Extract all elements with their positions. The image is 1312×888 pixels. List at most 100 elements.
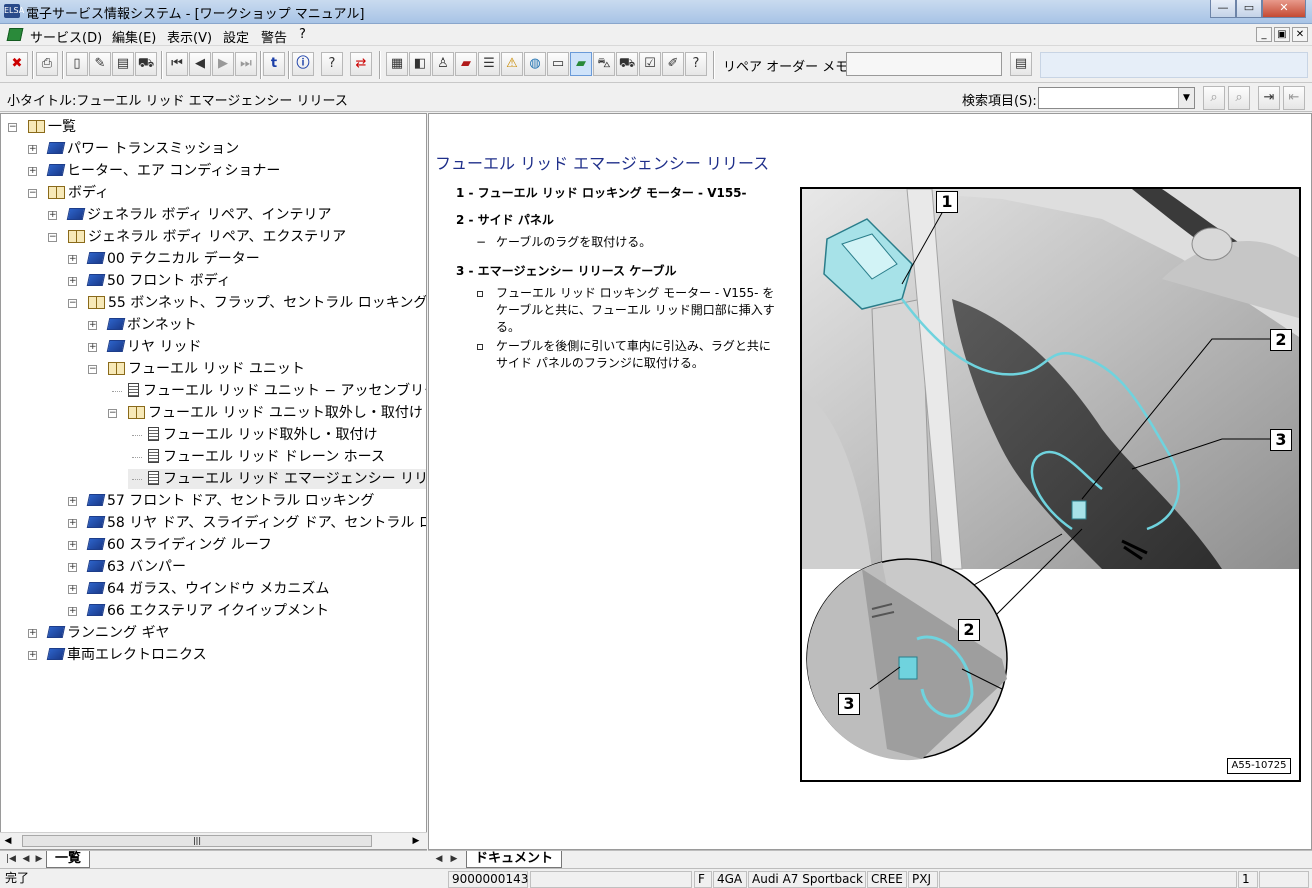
edit-document-icon[interactable]: ✎ <box>89 52 111 76</box>
menu-help[interactable]: ? <box>299 27 306 42</box>
tree-item[interactable]: − フューエル リッド ユニット取外し・取付け <box>108 403 423 423</box>
tree-item[interactable]: +50 フロント ボディ <box>68 271 231 291</box>
collapse-icon[interactable]: ⇤ <box>1283 86 1305 110</box>
expand-icon[interactable]: + <box>68 277 77 286</box>
expand-icon[interactable]: + <box>68 585 77 594</box>
tree-item[interactable]: − ボディ <box>28 183 109 203</box>
doc-tab-prev-icon[interactable]: ◀ <box>433 852 445 867</box>
menu-warning[interactable]: 警告 <box>261 27 287 46</box>
mdi-restore-button[interactable]: ▣ <box>1274 27 1290 42</box>
tab-next-icon[interactable]: ▶ <box>33 852 45 867</box>
collapse-icon[interactable]: − <box>48 233 57 242</box>
expand-icon[interactable]: + <box>48 211 57 220</box>
doc-tab-next-icon[interactable]: ▶ <box>448 852 460 867</box>
tab-prev-icon[interactable]: ◀ <box>20 852 32 867</box>
collapse-icon[interactable]: − <box>108 409 117 418</box>
workshop-manual-icon[interactable]: ▰ <box>570 52 592 76</box>
list-icon[interactable]: ☰ <box>478 52 500 76</box>
tree-item[interactable]: − ジェネラル ボディ リペア、エクステリア <box>48 227 346 247</box>
tree-horizontal-scrollbar[interactable]: ◀ ||| ▶ <box>0 832 427 849</box>
mdi-close-button[interactable]: ✕ <box>1292 27 1308 42</box>
expand-icon[interactable]: ⇥ <box>1258 86 1280 110</box>
menu-edit[interactable]: 編集(E) <box>112 27 156 46</box>
tab-overview[interactable]: 一覧 <box>46 851 91 868</box>
expand-icon[interactable]: + <box>68 497 77 506</box>
memo-icon[interactable]: ▤ <box>1010 52 1032 76</box>
notes-icon[interactable]: ▤ <box>112 52 134 76</box>
globe-icon[interactable]: ◍ <box>524 52 546 76</box>
tree-item[interactable]: +57 フロント ドア、セントラル ロッキング <box>68 491 374 511</box>
expand-icon[interactable]: + <box>28 145 37 154</box>
new-document-icon[interactable]: ▯ <box>66 52 88 76</box>
expand-icon[interactable]: + <box>68 255 77 264</box>
tree-item[interactable]: + リヤ リッド <box>88 337 201 357</box>
car-icon[interactable]: ⛍ <box>593 52 615 76</box>
menu-service[interactable]: サービス(D) <box>30 27 102 46</box>
tree-item[interactable]: +00 テクニカル データー <box>68 249 260 269</box>
close-button[interactable]: ✕ <box>1262 0 1306 18</box>
tree-item[interactable]: + ボンネット <box>88 315 197 335</box>
tree-item[interactable]: − 55 ボンネット、フラップ、セントラル ロッキング <box>68 293 426 313</box>
checklist-icon[interactable]: ☑ <box>639 52 661 76</box>
maximize-button[interactable]: ▭ <box>1236 0 1262 18</box>
tree-item[interactable]: − 一覧 <box>8 117 76 137</box>
collapse-icon[interactable]: − <box>8 123 17 132</box>
expand-icon[interactable]: + <box>28 167 37 176</box>
level-up-icon[interactable]: t <box>263 52 285 76</box>
tree-item[interactable]: +64 ガラス、ウインドウ メカニズム <box>68 579 329 599</box>
tree-item[interactable]: フューエル リッド取外し・取付け <box>128 425 377 445</box>
scroll-thumb[interactable]: ||| <box>22 835 372 847</box>
tree-item[interactable]: フューエル リッド ドレーン ホース <box>128 447 385 467</box>
expand-icon[interactable]: + <box>68 563 77 572</box>
first-page-icon[interactable]: ⏮ <box>166 52 188 76</box>
collapse-icon[interactable]: − <box>68 299 77 308</box>
info-icon[interactable]: ⓘ <box>292 52 314 76</box>
expand-icon[interactable]: + <box>68 519 77 528</box>
note-help-icon[interactable]: ? <box>685 52 707 76</box>
expand-icon[interactable]: + <box>88 343 97 352</box>
expand-icon[interactable]: + <box>68 607 77 616</box>
print-icon[interactable]: ⎙ <box>36 52 58 76</box>
tree-item[interactable]: +66 エクステリア イクイップメント <box>68 601 329 621</box>
expand-icon[interactable]: + <box>68 541 77 550</box>
collapse-icon[interactable]: − <box>88 365 97 374</box>
manual-book-icon[interactable]: ▰ <box>455 52 477 76</box>
tree-item[interactable]: フューエル リッド エマージェンシー リリース <box>128 469 426 489</box>
tree-item[interactable]: +63 バンパー <box>68 557 186 577</box>
help-icon[interactable]: ? <box>321 52 343 76</box>
minimize-button[interactable]: — <box>1210 0 1236 18</box>
menu-view[interactable]: 表示(V) <box>167 27 212 46</box>
technician-icon[interactable]: ♙ <box>432 52 454 76</box>
vehicle-icon[interactable]: ⛟ <box>135 52 157 76</box>
expand-icon[interactable]: + <box>28 629 37 638</box>
tree-item[interactable]: + 車両エレクトロニクス <box>28 645 207 665</box>
menu-settings[interactable]: 設定 <box>223 27 249 46</box>
report-icon[interactable]: ▦ <box>386 52 408 76</box>
scroll-right-icon[interactable]: ▶ <box>410 835 422 847</box>
tree-item[interactable]: − フューエル リッド ユニット <box>88 359 305 379</box>
search-next-icon[interactable]: ⌕ <box>1228 86 1250 110</box>
tree-item[interactable]: + ヒーター、エア コンディショナー <box>28 161 280 181</box>
exit-icon[interactable]: ✖ <box>6 52 28 76</box>
tree-item[interactable]: + ランニング ギヤ <box>28 623 169 643</box>
repair-order-input[interactable] <box>846 52 1002 76</box>
tree-item[interactable]: + パワー トランスミッション <box>28 139 239 159</box>
collapse-icon[interactable]: − <box>28 189 37 198</box>
parts-icon[interactable]: ◧ <box>409 52 431 76</box>
tree-item[interactable]: +60 スライディング ルーフ <box>68 535 272 555</box>
search-select[interactable]: ▼ <box>1038 87 1195 109</box>
previous-page-icon[interactable]: ◀ <box>189 52 211 76</box>
last-page-icon[interactable]: ⏭ <box>235 52 257 76</box>
tree-item[interactable]: + ジェネラル ボディ リペア、インテリア <box>48 205 332 225</box>
car-info-icon[interactable]: ⛟ <box>616 52 638 76</box>
chevron-down-icon[interactable]: ▼ <box>1178 88 1194 108</box>
next-page-icon[interactable]: ▶ <box>212 52 234 76</box>
tree-item[interactable]: +58 リヤ ドア、スライディング ドア、セントラル ロッキング <box>68 513 426 533</box>
tab-document[interactable]: ドキュメント <box>466 851 563 868</box>
expand-icon[interactable]: + <box>88 321 97 330</box>
scroll-left-icon[interactable]: ◀ <box>2 835 14 847</box>
expand-icon[interactable]: + <box>28 651 37 660</box>
edit-book-icon[interactable]: ✐ <box>662 52 684 76</box>
mdi-minimize-button[interactable]: _ <box>1256 27 1272 42</box>
save-icon[interactable]: ▭ <box>547 52 569 76</box>
